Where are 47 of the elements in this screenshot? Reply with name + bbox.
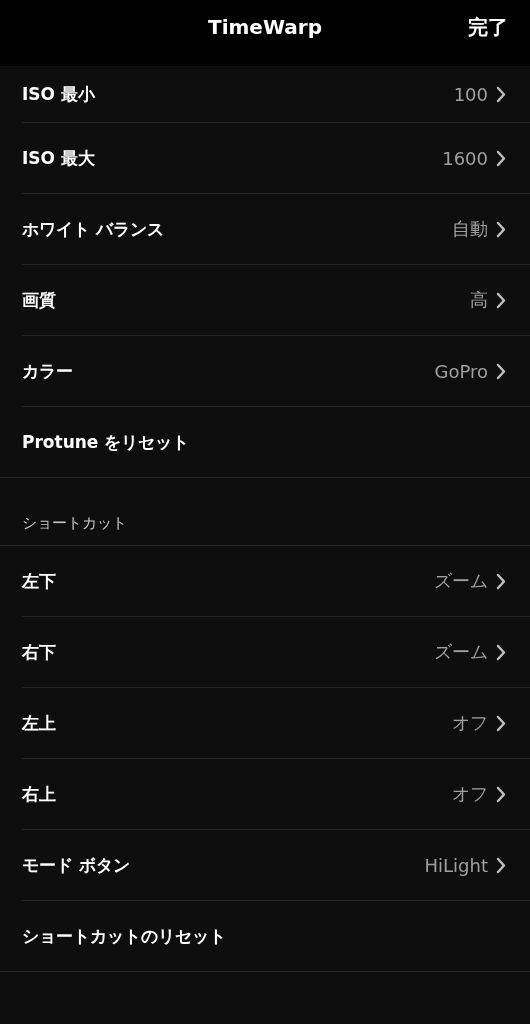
setting-value: ズーム <box>434 569 488 593</box>
settings-row[interactable]: 右上 オフ <box>22 759 530 830</box>
setting-value: 1600 <box>442 147 488 169</box>
chevron-right-icon <box>496 643 506 661</box>
setting-value: HiLight <box>424 854 488 876</box>
settings-row[interactable]: 左下 ズーム <box>22 546 530 617</box>
setting-label: 左下 <box>22 569 56 593</box>
chevron-right-icon <box>496 85 506 103</box>
chevron-right-icon <box>496 856 506 874</box>
chevron-right-icon <box>496 149 506 167</box>
setting-label: モード ボタン <box>22 853 130 877</box>
screen-title: TimeWarp <box>208 15 322 39</box>
reset-label: ショートカットのリセット <box>22 924 226 948</box>
setting-label: 左上 <box>22 711 56 735</box>
setting-value: オフ <box>452 782 488 806</box>
setting-value: ズーム <box>434 640 488 664</box>
chevron-right-icon <box>496 362 506 380</box>
chevron-right-icon <box>496 714 506 732</box>
settings-row[interactable]: モード ボタン HiLight <box>22 830 530 901</box>
setting-label: ISO 最小 <box>22 82 95 106</box>
setting-label: カラー <box>22 359 73 383</box>
section-header: ショートカット <box>22 514 127 533</box>
settings-row[interactable]: 右下 ズーム <box>22 617 530 688</box>
reset-row[interactable]: Protune をリセット <box>22 407 530 477</box>
setting-value: GoPro <box>434 360 488 382</box>
chevron-right-icon <box>496 291 506 309</box>
settings-row[interactable]: 左上 オフ <box>22 688 530 759</box>
reset-row[interactable]: ショートカットのリセット <box>22 901 530 971</box>
settings-row[interactable]: カラー GoPro <box>22 336 530 407</box>
setting-label: 画質 <box>22 288 56 312</box>
setting-value: 高 <box>470 288 488 312</box>
settings-row[interactable]: 画質 高 <box>22 265 530 336</box>
setting-label: ホワイト バランス <box>22 217 164 241</box>
setting-label: 右下 <box>22 640 56 664</box>
chevron-right-icon <box>496 572 506 590</box>
settings-row[interactable]: ISO 最小 100 <box>22 66 530 123</box>
setting-value: オフ <box>452 711 488 735</box>
settings-row[interactable]: ISO 最大 1600 <box>22 123 530 194</box>
chevron-right-icon <box>496 220 506 238</box>
chevron-right-icon <box>496 785 506 803</box>
setting-value: 自動 <box>452 217 488 241</box>
setting-label: ISO 最大 <box>22 146 95 170</box>
settings-row[interactable]: ホワイト バランス 自動 <box>22 194 530 265</box>
done-button[interactable]: 完了 <box>468 14 508 41</box>
reset-label: Protune をリセット <box>22 430 190 454</box>
setting-value: 100 <box>453 83 488 105</box>
setting-label: 右上 <box>22 782 56 806</box>
